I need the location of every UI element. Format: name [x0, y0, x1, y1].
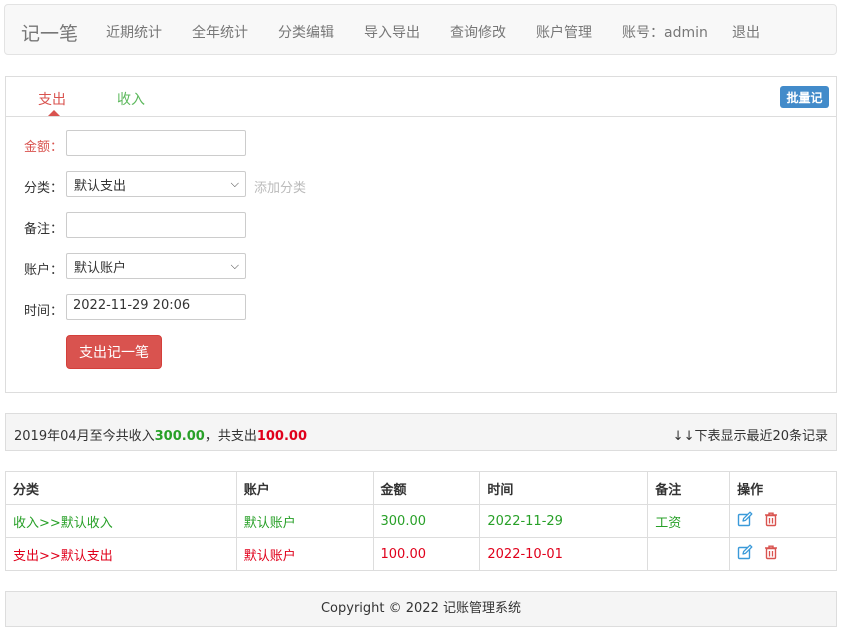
chevron-down-icon: ⌵ — [230, 177, 239, 190]
nav-account-manage[interactable]: 账户管理 — [536, 22, 592, 42]
edit-icon[interactable] — [737, 544, 753, 564]
nav-logout[interactable]: 退出 — [732, 22, 760, 42]
trash-icon[interactable] — [763, 511, 779, 531]
nav-user-account[interactable]: 账号：admin — [622, 22, 708, 42]
account-label: 账户： — [24, 263, 64, 278]
nav-yearly-stats[interactable]: 全年统计 — [192, 22, 248, 42]
account-select[interactable]: 默认账户 ⌵ — [66, 253, 246, 279]
cell-account: 默认账户 — [235, 504, 374, 538]
income-total: 300.00 — [154, 429, 205, 444]
cell-time: 2022-10-01 — [479, 537, 649, 571]
header-actions: 操作 — [729, 471, 837, 505]
edit-icon[interactable] — [737, 511, 753, 531]
tab-income[interactable]: 收入 — [117, 89, 145, 109]
brand-title[interactable]: 记一笔 — [21, 19, 78, 46]
cell-amount: 100.00 — [372, 537, 481, 571]
nav-category-edit[interactable]: 分类编辑 — [278, 22, 334, 42]
submit-expense-button[interactable]: 支出记一笔 — [66, 335, 162, 369]
chevron-down-icon: ⌵ — [230, 259, 239, 272]
note-input[interactable] — [66, 212, 246, 238]
tab-expense[interactable]: 支出 — [38, 89, 66, 109]
cell-amount: 300.00 — [372, 504, 481, 538]
table-row: 收入>>默认收入 默认账户 300.00 2022-11-29 工资 — [5, 504, 837, 538]
cell-time: 2022-11-29 — [479, 504, 649, 538]
account-select-value: 默认账户 — [74, 260, 127, 276]
note-label: 备注： — [24, 222, 64, 237]
summary-text: 2019年04月至今共收入300.00，共支出100.00 — [14, 425, 307, 444]
category-select[interactable]: 默认支出 ⌵ — [66, 171, 246, 197]
header-account: 账户 — [235, 471, 374, 505]
cell-category: 收入>>默认收入 — [5, 504, 237, 538]
header-note: 备注 — [647, 471, 731, 505]
header-category: 分类 — [5, 471, 237, 505]
cell-actions — [729, 504, 837, 538]
footer: Copyright © 2022 记账管理系统 — [5, 591, 837, 627]
time-label: 时间： — [24, 304, 64, 319]
nav-recent-stats[interactable]: 近期统计 — [106, 22, 162, 42]
batch-entry-button[interactable]: 批量记 — [780, 86, 829, 108]
header-amount: 金额 — [372, 471, 481, 505]
category-label: 分类： — [24, 181, 64, 196]
type-tabs: 支出 收入 批量记 — [6, 77, 836, 117]
cell-actions — [729, 537, 837, 571]
cell-note: 工资 — [647, 504, 731, 538]
add-category-link[interactable]: 添加分类 — [254, 177, 306, 196]
cell-account: 默认账户 — [235, 537, 374, 571]
header-time: 时间 — [479, 471, 649, 505]
cell-note — [647, 537, 731, 571]
active-tab-indicator — [48, 110, 60, 116]
category-select-value: 默认支出 — [74, 178, 127, 194]
time-input[interactable]: 2022-11-29 20:06 — [66, 294, 246, 320]
amount-label: 金额： — [24, 140, 64, 155]
nav-query-modify[interactable]: 查询修改 — [450, 22, 506, 42]
summary-bar: 2019年04月至今共收入300.00，共支出100.00 ↓↓下表显示最近20… — [5, 413, 837, 451]
entry-panel: 支出 收入 批量记 金额： 分类： 默认支出 ⌵ 添加分类 备注： 账户： 默认… — [5, 76, 837, 393]
summary-prefix: 2019年04月至今共收入 — [14, 429, 155, 444]
table-header-row: 分类 账户 金额 时间 备注 操作 — [5, 471, 837, 505]
expense-total: 100.00 — [256, 429, 307, 444]
nav-import-export[interactable]: 导入导出 — [364, 22, 420, 42]
summary-middle: ，共支出 — [204, 429, 257, 444]
amount-input[interactable] — [66, 130, 246, 156]
table-row: 支出>>默认支出 默认账户 100.00 2022-10-01 — [5, 537, 837, 571]
records-table: 分类 账户 金额 时间 备注 操作 收入>>默认收入 默认账户 300.00 2… — [5, 471, 837, 571]
trash-icon[interactable] — [763, 544, 779, 564]
recent-records-note: ↓↓下表显示最近20条记录 — [672, 429, 828, 444]
top-navbar: 记一笔 近期统计 全年统计 分类编辑 导入导出 查询修改 账户管理 账号：adm… — [4, 4, 837, 55]
cell-category: 支出>>默认支出 — [5, 537, 237, 571]
